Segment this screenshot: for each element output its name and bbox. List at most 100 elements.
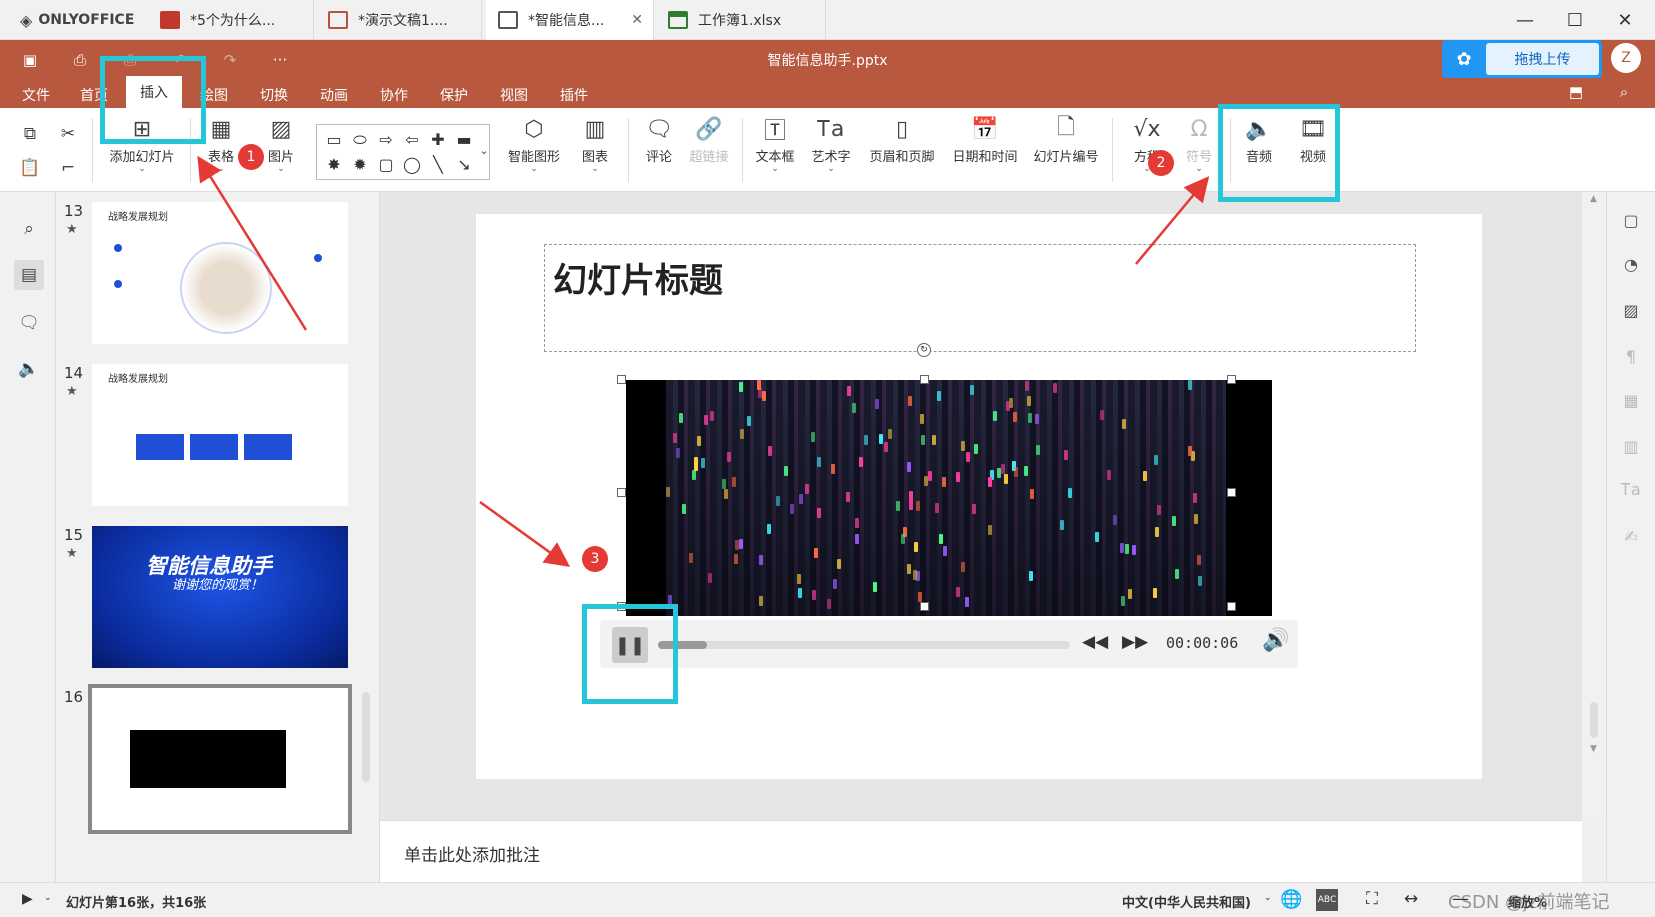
left-arrow-shape-icon[interactable]: ⇦ — [399, 127, 425, 152]
copy-icon[interactable]: ⧉ — [18, 122, 42, 146]
textart-button[interactable]: Ꭲa 艺术字 ⌄ — [808, 114, 854, 174]
minimize-button[interactable]: — — [1500, 0, 1550, 40]
chart-settings-icon[interactable]: ▥ — [1617, 432, 1645, 460]
symbol-button[interactable]: Ω 符号 ⌄ — [1176, 114, 1222, 174]
shape-gallery-expand-icon[interactable]: ⌄ — [472, 138, 496, 162]
resize-handle[interactable] — [617, 375, 626, 384]
speaker-icon[interactable]: 🔈 — [14, 354, 44, 384]
menu-plugins[interactable]: 插件 — [552, 82, 596, 108]
slide-number-button[interactable]: 🗋 幻灯片编号 — [1030, 114, 1102, 165]
slide-thumbnail-14[interactable]: 战略发展规划 — [92, 364, 348, 506]
slide-thumbnail-13[interactable]: 战略发展规划 — [92, 202, 348, 344]
close-tab-icon[interactable]: ✕ — [631, 12, 643, 28]
volume-icon[interactable]: 🔊 — [1262, 628, 1289, 653]
tab-doc-1[interactable]: *5个为什么... — [148, 0, 314, 40]
fit-slide-icon[interactable]: ⛶ — [1366, 889, 1378, 909]
resize-handle[interactable] — [1227, 375, 1236, 384]
thumbnail-scrollbar[interactable] — [362, 692, 370, 782]
image-settings-icon[interactable]: ▨ — [1617, 296, 1645, 324]
slide-thumbnail-15[interactable]: 智能信息助手 谢谢您的观赏！ — [92, 526, 348, 668]
rectangle-shape-icon[interactable]: ▭ — [321, 127, 347, 152]
textbox-button[interactable]: 🅃 文本框 ⌄ — [752, 114, 798, 174]
neon-light — [993, 411, 997, 421]
smartart-button[interactable]: ⬡ 智能图形 ⌄ — [502, 114, 566, 174]
hyperlink-button[interactable]: 🔗 超链接 — [684, 114, 734, 166]
paste-icon[interactable]: 📋 — [18, 156, 42, 180]
resize-handle[interactable] — [1227, 488, 1236, 497]
resize-handle[interactable] — [920, 602, 929, 611]
open-folder-icon[interactable]: ⬒ — [1564, 80, 1588, 104]
fast-forward-icon[interactable]: ▶▶ — [1122, 632, 1148, 652]
equation-icon: √x — [1133, 116, 1161, 142]
resize-handle[interactable] — [617, 488, 626, 497]
comments-icon[interactable]: 🗨 — [14, 308, 44, 338]
resize-handle[interactable] — [920, 375, 929, 384]
search-icon[interactable]: ⌕ — [14, 214, 44, 244]
signature-settings-icon[interactable]: ✍ — [1617, 522, 1645, 550]
table-label: 表格 — [207, 150, 234, 165]
textbox-label: 文本框 — [755, 150, 795, 165]
menu-transitions[interactable]: 切换 — [252, 82, 296, 108]
fit-width-icon[interactable]: ↔ — [1404, 889, 1418, 909]
video-progress-bar[interactable] — [658, 641, 1070, 649]
menu-protection[interactable]: 保护 — [432, 82, 476, 108]
globe-icon[interactable]: 🌐 — [1280, 889, 1302, 910]
rewind-icon[interactable]: ◀◀ — [1082, 632, 1108, 652]
upload-button[interactable]: ✿ 拖拽上传 — [1442, 40, 1602, 78]
neon-light — [1122, 419, 1126, 429]
slides-panel-icon[interactable]: ▤ — [14, 260, 44, 290]
scroll-down-icon[interactable]: ▼ — [1590, 744, 1597, 754]
paragraph-settings-icon[interactable]: ¶ — [1617, 342, 1645, 370]
title-placeholder[interactable]: 幻灯片标题 — [544, 244, 1416, 352]
image-button[interactable]: ▨ 图片 ⌄ — [258, 114, 304, 174]
menu-view[interactable]: 视图 — [492, 82, 536, 108]
chevron-down-icon[interactable]: ⌄ — [44, 893, 52, 903]
tab-doc-3[interactable]: *智能信息... ✕ — [486, 0, 654, 40]
tab-doc-2[interactable]: *演示文稿1.... — [316, 0, 482, 40]
textart-settings-icon[interactable]: Ꭲa — [1617, 476, 1645, 504]
tab-doc-4[interactable]: 工作簿1.xlsx — [656, 0, 826, 40]
scroll-thumb[interactable] — [1590, 702, 1598, 738]
shape-gallery[interactable]: ▭ ⬭ ⇨ ⇦ ✚ ▬ ✸ ✹ ▢ ◯ ╲ ↘ — [316, 124, 490, 180]
slide-title[interactable]: 幻灯片标题 — [553, 253, 723, 302]
format-painter-icon[interactable]: ⌐ — [56, 156, 80, 180]
cross-shape-icon[interactable]: ✚ — [425, 127, 451, 152]
line-shape-icon[interactable]: ╲ — [425, 152, 451, 177]
menu-animation[interactable]: 动画 — [312, 82, 356, 108]
chart-button[interactable]: ▥ 图表 ⌄ — [572, 114, 618, 174]
burst2-shape-icon[interactable]: ✹ — [347, 152, 373, 177]
header-footer-button[interactable]: ▯ 页眉和页脚 — [864, 114, 940, 166]
neon-light — [939, 534, 943, 544]
add-slide-label: 添加幻灯片 — [109, 150, 175, 165]
video-object[interactable] — [626, 380, 1272, 616]
close-button[interactable]: ✕ — [1600, 0, 1650, 40]
cloud-callout-shape-icon[interactable]: ◯ — [399, 152, 425, 177]
menu-collaboration[interactable]: 协作 — [372, 82, 416, 108]
resize-handle[interactable] — [1227, 602, 1236, 611]
table-settings-icon[interactable]: ▦ — [1617, 386, 1645, 414]
shape-settings-icon[interactable]: ◔ — [1617, 250, 1645, 278]
search-icon[interactable]: ⌕ — [1612, 80, 1636, 104]
chevron-down-icon[interactable]: ⌄ — [1264, 893, 1272, 903]
right-arrow-shape-icon[interactable]: ⇨ — [373, 127, 399, 152]
burst-shape-icon[interactable]: ✸ — [321, 152, 347, 177]
cut-icon[interactable]: ✂ — [56, 122, 80, 146]
ellipse-shape-icon[interactable]: ⬭ — [347, 127, 373, 152]
slide-thumbnail-16[interactable] — [88, 684, 352, 834]
slide-settings-icon[interactable]: ▢ — [1617, 206, 1645, 234]
play-slideshow-icon[interactable]: ▶ — [22, 891, 33, 907]
menu-file[interactable]: 文件 — [14, 82, 58, 108]
datetime-button[interactable]: 📅 日期和时间 — [948, 114, 1022, 166]
avatar[interactable]: Z — [1611, 43, 1641, 73]
neon-light — [797, 574, 801, 584]
scroll-up-icon[interactable]: ▲ — [1590, 194, 1597, 204]
comment-button[interactable]: 🗨 评论 — [636, 114, 682, 166]
header-footer-label: 页眉和页脚 — [869, 150, 935, 165]
maximize-button[interactable]: ☐ — [1550, 0, 1600, 40]
editor-scrollbar[interactable]: ▲ ▼ — [1582, 192, 1606, 820]
rotate-handle-icon[interactable]: ↻ — [917, 343, 931, 357]
language-selector[interactable]: 中文(中华人民共和国) — [1122, 892, 1251, 911]
callout-shape-icon[interactable]: ▢ — [373, 152, 399, 177]
spellcheck-icon[interactable]: ABC — [1316, 889, 1338, 911]
notes-pane[interactable]: 单击此处添加批注 — [380, 820, 1582, 882]
